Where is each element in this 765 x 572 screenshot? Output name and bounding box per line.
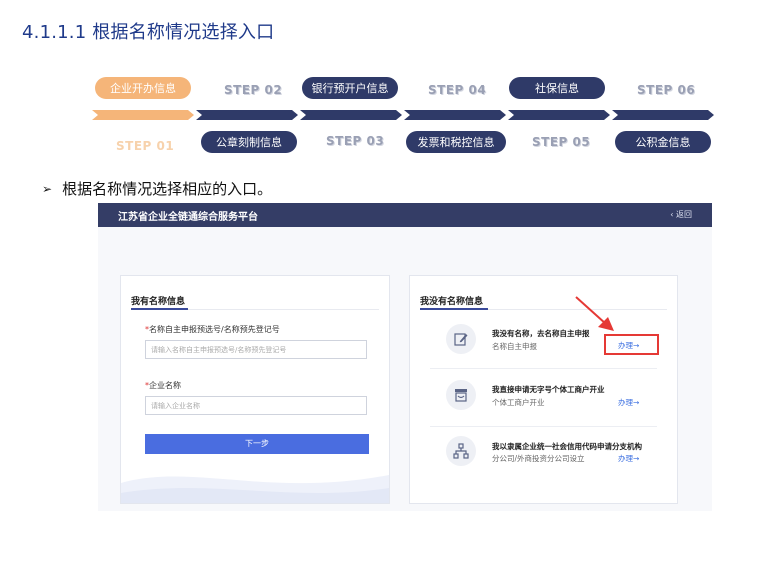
option-individual-business-subtitle: 个体工商户开业 xyxy=(492,398,545,407)
next-step-button[interactable]: 下一步 xyxy=(145,434,369,454)
company-name-input[interactable]: 请输入企业名称 xyxy=(145,396,367,415)
option-branch-button[interactable]: 办理→ xyxy=(618,453,639,464)
step-03-pill: 银行预开户信息 xyxy=(302,77,398,99)
option-individual-business-title: 我直接申请无字号个体工商户开业 xyxy=(492,385,605,394)
step-02-pill: 公章刻制信息 xyxy=(201,131,297,153)
step-06-label: STEP 06 xyxy=(637,83,696,97)
registration-number-input[interactable]: 请输入名称自主申报预选号/名称预先登记号 xyxy=(145,340,367,359)
step-05-label: STEP 05 xyxy=(532,135,591,149)
option-divider xyxy=(430,426,657,427)
option-branch-subtitle: 分公司/外商投资分公司设立 xyxy=(492,454,585,463)
option-self-declare-subtitle: 名称自主申报 xyxy=(492,342,537,351)
registration-number-label-text: 名称自主申报预选号/名称预先登记号 xyxy=(149,325,280,334)
step-02-label: STEP 02 xyxy=(224,83,283,97)
step-01-label: STEP 01 xyxy=(116,139,175,153)
option-divider xyxy=(430,368,657,369)
decorative-wave xyxy=(121,475,389,503)
no-name-card: 我没有名称信息 我没有名称，去名称自主申报 名称自主申报 办理→ 我直接申请无字… xyxy=(409,275,678,504)
registration-number-label: *名称自主申报预选号/名称预先登记号 xyxy=(145,324,280,335)
red-arrow-icon xyxy=(575,296,614,331)
step-04-pill: 发票和税控信息 xyxy=(406,131,506,153)
store-icon xyxy=(446,380,476,410)
option-individual-business-button[interactable]: 办理→ xyxy=(618,397,639,408)
step-04-label: STEP 04 xyxy=(428,83,487,97)
instruction-text: 根据名称情况选择相应的入口。 xyxy=(62,180,273,198)
back-link[interactable]: ‹ 返回 xyxy=(670,209,692,220)
heading-underline xyxy=(420,308,488,310)
step-03-label: STEP 03 xyxy=(326,134,385,148)
step-chevron-band xyxy=(92,110,714,120)
have-name-heading: 我有名称信息 xyxy=(131,297,186,307)
option-branch-title: 我以隶属企业统一社会信用代码申请分支机构 xyxy=(492,442,642,451)
step-flow-diagram: 企业开办信息 STEP 02 银行预开户信息 STEP 04 社保信息 STEP… xyxy=(0,0,765,170)
have-name-card: 我有名称信息 *名称自主申报预选号/名称预先登记号 请输入名称自主申报预选号/名… xyxy=(120,275,390,504)
org-chart-icon xyxy=(446,436,476,466)
portal-title: 江苏省企业全链通综合服务平台 xyxy=(118,212,258,223)
company-name-label: *企业名称 xyxy=(145,380,181,391)
bullet-arrow-icon: ➢ xyxy=(42,181,53,196)
no-name-heading: 我没有名称信息 xyxy=(420,297,484,307)
portal-screenshot: 江苏省企业全链通综合服务平台 ‹ 返回 我有名称信息 *名称自主申报预选号/名称… xyxy=(98,203,712,511)
edit-icon xyxy=(446,324,476,354)
step-06-pill: 公积金信息 xyxy=(615,131,711,153)
step-05-pill: 社保信息 xyxy=(509,77,605,99)
heading-underline xyxy=(131,308,188,310)
instruction-bullet: ➢ 根据名称情况选择相应的入口。 xyxy=(42,178,272,199)
portal-header: 江苏省企业全链通综合服务平台 ‹ 返回 xyxy=(98,203,712,227)
company-name-label-text: 企业名称 xyxy=(149,381,181,390)
step-01-pill: 企业开办信息 xyxy=(95,77,191,99)
